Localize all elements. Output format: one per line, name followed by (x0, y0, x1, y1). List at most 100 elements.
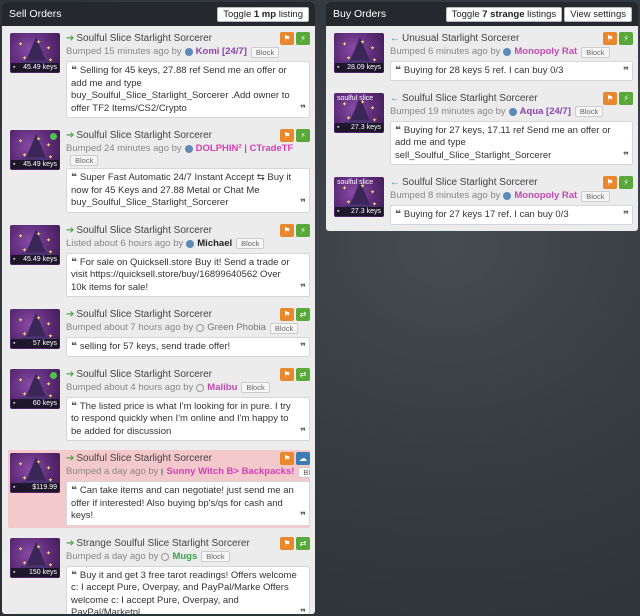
item-title[interactable]: Soulful Slice Starlight Sorcerer (402, 93, 603, 104)
item-thumbnail[interactable]: ✦✦✦✦✦45.49 keys (10, 130, 60, 170)
block-button[interactable]: Block (298, 466, 310, 478)
block-button[interactable]: Block (70, 155, 99, 166)
sparkle-icon: ✦ (46, 237, 52, 244)
flag-icon[interactable]: ⚑ (280, 32, 294, 45)
listing-comment: ❝ Buying for 27 keys 17 ref. I can buy 0/… (390, 205, 633, 225)
item-thumbnail[interactable]: ✦✦✦✦✦$119.99 (10, 453, 60, 493)
item-title[interactable]: Unusual Starlight Sorcerer (402, 33, 603, 44)
toggle-mp-listing-button[interactable]: Toggle 1 mp listing (217, 6, 309, 22)
quote-open-icon: ❝ (71, 400, 77, 412)
quote-close-icon: ❞ (623, 66, 629, 77)
item-thumbnail[interactable]: ✦✦✦✦✦45.49 keys (10, 33, 60, 73)
user-link[interactable]: Sunny Witch B> Backpacks! (166, 465, 294, 479)
item-title[interactable]: Soulful Slice Starlight Sorcerer (76, 309, 280, 320)
sparkle-icon: ✦ (36, 544, 42, 551)
flag-icon[interactable]: ⚑ (603, 176, 617, 189)
block-button[interactable]: Block (236, 238, 265, 249)
bolt-icon[interactable]: ⚡ (619, 91, 633, 105)
block-button[interactable]: Block (581, 190, 610, 202)
flag-icon[interactable]: ⚑ (280, 129, 294, 142)
item-thumbnail[interactable]: ✦✦✦✦✦150 keys (10, 537, 60, 578)
item-title[interactable]: Soulful Slice Starlight Sorcerer (76, 369, 280, 380)
sparkle-icon: ✦ (36, 375, 42, 382)
block-button[interactable]: Block (201, 551, 230, 562)
listing-comment: ❝ selling for 57 keys, send trade offer! ❞ (66, 337, 310, 357)
buy-arrow-icon: ← (390, 177, 400, 188)
item-title[interactable]: Soulful Slice Starlight Sorcerer (402, 177, 603, 188)
item-thumbnail[interactable]: ✦✦✦✦✦60 keys (10, 368, 60, 409)
item-thumbnail[interactable]: ✦✦✦✦✦45.49 keys (10, 224, 60, 265)
flag-icon[interactable]: ⚑ (280, 308, 294, 321)
buy-orders-title: Buy Orders (333, 8, 387, 20)
quote-close-icon: ❞ (300, 608, 306, 614)
listing-item: ✦✦✦✦✦57 keys➔Soulful Slice Starlight Sor… (8, 306, 310, 359)
listing-actions: ⚑ ⇄ (280, 536, 310, 550)
item-thumbnail[interactable]: ✦✦✦✦✦57 keys (10, 309, 60, 349)
quote-close-icon: ❞ (300, 282, 306, 294)
flag-icon[interactable]: ⚑ (280, 367, 294, 381)
item-title[interactable]: Strange Soulful Slice Starlight Sorcerer (76, 538, 280, 549)
swap-icon[interactable]: ⇄ (296, 367, 310, 381)
sparkle-icon: ✦ (18, 42, 24, 48)
listing-actions: ⚑ ⇄ (280, 308, 310, 321)
view-settings-button[interactable]: View settings (564, 6, 632, 22)
sparkle-icon: ✦ (18, 462, 24, 468)
user-link[interactable]: Michael (197, 237, 232, 251)
price-tag: $119.99 (11, 483, 59, 492)
sell-arrow-icon: ➔ (66, 537, 75, 549)
block-button[interactable]: Block (574, 106, 604, 117)
sparkle-icon: ✦ (46, 381, 52, 388)
flag-icon[interactable]: ⚑ (603, 91, 617, 105)
listing-comment: ❝ The listed price is what I'm looking fo… (66, 396, 310, 441)
sell-orders-list: ✦✦✦✦✦45.49 keys➔Soulful Slice Starlight … (2, 26, 315, 614)
item-thumbnail[interactable]: ✦✦✦✦✦soulful slice27.3 keys (334, 177, 384, 217)
swap-icon[interactable]: ⇄ (296, 308, 310, 321)
listing-comment: ❝ For sale on Quicksell.store Buy it! Sen… (66, 252, 310, 297)
bump-text: Listed about 6 hours ago by (66, 237, 184, 249)
bump-info: Bumped a day ago by Mugs Block (66, 550, 310, 564)
listing-item: ✦✦✦✦✦45.49 keys➔Soulful Slice Starlight … (8, 127, 310, 215)
quote-close-icon: ❞ (300, 426, 306, 438)
user-link[interactable]: Komi [24/7] (196, 45, 247, 59)
listing-comment: ❝ Buying for 28 keys 5 ref. I can buy 0/3… (390, 61, 633, 81)
user-status-icon (508, 107, 517, 116)
item-title[interactable]: Soulful Slice Starlight Sorcerer (76, 33, 280, 44)
cart-icon[interactable]: ☁ (296, 452, 310, 465)
block-button[interactable]: Block (269, 322, 299, 334)
flag-icon[interactable]: ⚑ (280, 536, 294, 550)
bolt-icon[interactable]: ⚡ (619, 32, 633, 45)
sparkle-icon: ✦ (18, 318, 24, 324)
bolt-icon[interactable]: ⚡ (296, 223, 310, 237)
swap-icon[interactable]: ⇄ (296, 536, 310, 550)
item-thumbnail[interactable]: ✦✦✦✦✦28.09 keys (334, 33, 384, 73)
flag-icon[interactable]: ⚑ (280, 223, 294, 237)
bolt-icon[interactable]: ⚡ (296, 129, 310, 142)
listing-actions: ⚑ ⚡ (603, 32, 633, 45)
user-link[interactable]: Malibu (207, 381, 237, 395)
user-link[interactable]: Aqua [24/7] (520, 105, 571, 119)
bump-text: Bumped 19 minutes ago by (390, 105, 506, 117)
price-tag: 45.49 keys (11, 254, 59, 264)
sell-orders-panel: Sell Orders Toggle 1 mp listing ✦✦✦✦✦45.… (2, 2, 315, 614)
user-link[interactable]: Monopoly Rat (514, 189, 577, 203)
flag-icon[interactable]: ⚑ (603, 32, 617, 45)
sparkle-icon: ✦ (46, 322, 52, 328)
block-button[interactable]: Block (581, 46, 610, 58)
user-link[interactable]: DOLPHIN² | CTradeTF (196, 142, 294, 155)
listing-body: ➔ Soulful Slice Starlight Sorcerer ⚑ ⇄ Bumpe… (60, 367, 310, 441)
flag-icon[interactable]: ⚑ (280, 452, 294, 465)
block-button[interactable]: Block (250, 46, 280, 58)
quote-open-icon: ❝ (71, 485, 77, 496)
user-link[interactable]: Mugs (172, 550, 197, 564)
sparkle-icon: ✦ (22, 560, 28, 567)
item-title[interactable]: Soulful Slice Starlight Sorcerer (76, 130, 280, 141)
bolt-icon[interactable]: ⚡ (619, 176, 633, 189)
bolt-icon[interactable]: ⚡ (296, 32, 310, 45)
item-thumbnail[interactable]: ✦✦✦✦✦soulful slice27.3 keys (334, 92, 384, 133)
item-title[interactable]: Soulful Slice Starlight Sorcerer (76, 453, 280, 464)
user-link[interactable]: Monopoly Rat (514, 45, 577, 59)
user-link[interactable]: Green Phobia (207, 321, 266, 335)
block-button[interactable]: Block (241, 382, 270, 393)
item-title[interactable]: Soulful Slice Starlight Sorcerer (76, 225, 280, 236)
toggle-strange-listings-button[interactable]: Toggle 7 strange listings (445, 6, 563, 22)
